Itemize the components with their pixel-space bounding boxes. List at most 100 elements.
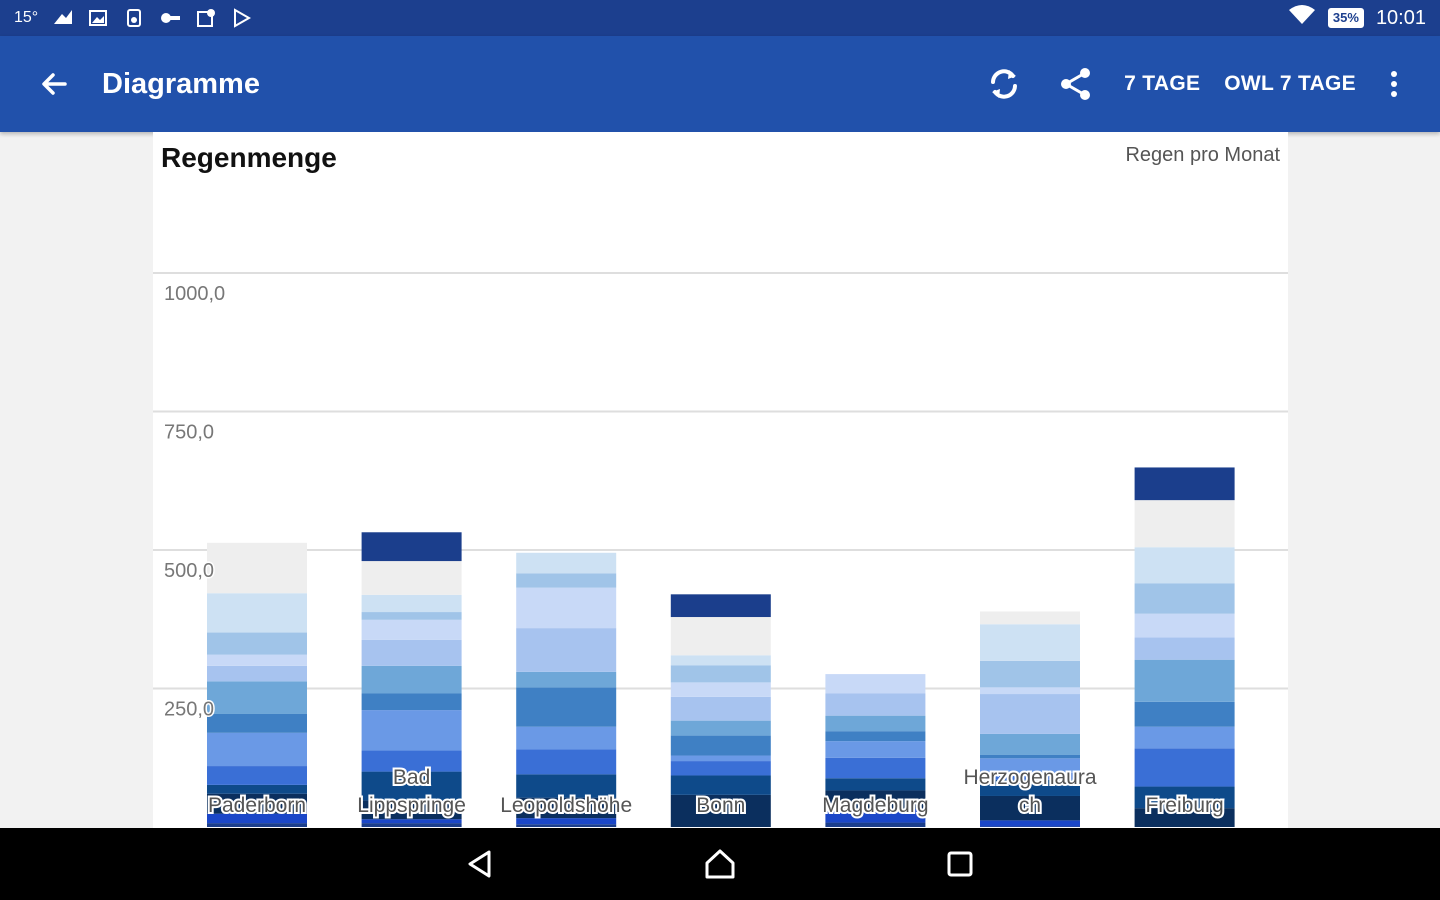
bar-segment [361,561,462,595]
bar-segment [207,654,307,666]
bar-segment [207,784,307,794]
bar-segment [361,532,462,562]
clock: 10:01 [1375,6,1426,29]
bar-segment [825,715,926,732]
bar-segment [825,757,926,779]
y-tick-label: 500,0 [164,560,214,582]
bar-segment [825,674,926,694]
bar-segment [1134,613,1235,638]
system-status: 35% 10:01 [1288,4,1426,32]
overflow-menu-button[interactable] [1374,56,1414,112]
save-notification-icon [124,8,146,28]
bar-segment [1134,637,1235,660]
bar-segment [980,826,1080,827]
bar-segment [980,660,1080,688]
weather-notification-icon [52,8,74,28]
nav-recents-button[interactable] [935,839,985,889]
y-tick-label: 1000,0 [164,283,225,305]
bar-segment [670,682,771,697]
nav-back-button[interactable] [455,839,505,889]
bar-segment [670,761,771,776]
bar-3[interactable] [670,594,771,827]
category-label: Leopoldshöhe [500,794,632,817]
share-button[interactable] [1046,56,1106,112]
category-label: Freiburg [1145,794,1223,817]
bar-segment [980,754,1080,759]
bar-segment [670,775,771,795]
bar-segment [516,628,617,672]
bar-segment [1134,701,1235,727]
chart-card: 250,0 500,0 750,0 1000,0 Paderborn Bad Lippspr… [153,132,1288,828]
bar-segment [207,766,307,785]
bar-segment [825,731,926,742]
bar-segment [207,681,307,714]
bar-segment [361,693,462,711]
bar-segment [516,552,617,574]
arrow-left-icon [42,73,67,95]
bar-segment [825,693,926,716]
bar-segment [825,822,926,827]
battery-indicator: 35% [1327,8,1364,28]
bar-segment [1134,726,1235,749]
bar-segment [670,617,771,656]
bar-segment [516,726,617,750]
bar-segment [1134,659,1235,702]
category-label: Paderborn [208,794,306,817]
bar-segment [207,593,307,633]
bar-segment [980,820,1080,827]
bar-segment [207,713,307,733]
bar-segment [207,542,307,594]
app-notification-icon [196,8,218,28]
bar-segment [361,594,462,613]
back-button[interactable] [26,56,82,112]
back-triangle-icon [468,850,491,878]
bar-segment [825,778,926,791]
status-bar: 15° 35% 10:01 [0,0,1440,36]
bar-6[interactable] [1134,467,1235,827]
bar-segment [361,639,462,666]
app-bar: Diagramme 7 TAGE OWL 7 TAGE [0,36,1440,132]
bar-segment [670,696,771,721]
bar-segment [1134,547,1235,584]
bar-segment [1134,583,1235,614]
wifi-icon [1288,4,1316,32]
owl-seven-days-button[interactable]: OWL 7 TAGE [1212,72,1368,96]
navigation-bar [0,828,1440,900]
refresh-icon [991,69,1018,99]
chart-description: Regen pro Monat [1125,144,1280,166]
bar-segment [1134,500,1235,548]
bar-segment [361,612,462,620]
bar-segment [980,733,1080,755]
bar-segment [361,619,462,640]
chart-title: Regenmenge [161,142,337,173]
image-notification-icon [88,8,110,28]
bar-0[interactable] [207,542,307,827]
refresh-button[interactable] [974,56,1034,112]
y-tick-label: 250,0 [164,699,214,721]
bar-segment [980,624,1080,661]
bar-segment [207,732,307,767]
stacked-bar-chart: 250,0 500,0 750,0 1000,0 Paderborn Bad Lippspr… [153,272,1288,827]
temperature-text: 15° [14,9,39,26]
bar-segment [980,687,1080,695]
page-title: Diagramme [102,67,260,100]
seven-days-button[interactable]: 7 TAGE [1112,72,1212,96]
bar-segment [670,655,771,666]
bar-segment [516,573,617,588]
toolbar-actions: 7 TAGE OWL 7 TAGE [968,56,1420,112]
bar-segment [516,818,617,825]
bar-segment [670,594,771,618]
bar-segment [207,632,307,655]
category-label: Herzogenaura [963,766,1096,789]
bar-segment [670,665,771,683]
nav-home-button[interactable] [695,839,745,889]
bar-segment [361,819,462,824]
bar-segment [670,720,771,736]
bar-segment [670,735,771,756]
bar-segment [516,749,617,775]
more-vert-icon [1391,71,1397,97]
category-label: Bad [393,766,430,789]
bar-2[interactable] [516,552,617,827]
bar-segment [1134,748,1235,787]
bar-segment [980,611,1080,625]
